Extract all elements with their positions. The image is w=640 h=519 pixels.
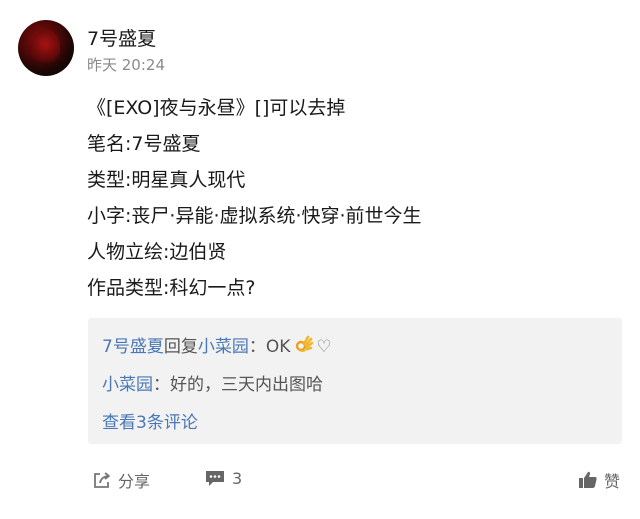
reply-target-user[interactable]: 小菜园 — [198, 337, 249, 357]
comment-separator: ： — [153, 375, 170, 395]
comment-author[interactable]: 7号盛夏 — [102, 337, 164, 357]
content-line: 类型:明星真人现代 — [87, 169, 246, 191]
content-line: 作品类型:科幻一点? — [87, 277, 256, 299]
like-label: 赞 — [604, 472, 621, 491]
comment-reply[interactable]: 7号盛夏回复小菜园：OK ♡ — [102, 332, 332, 357]
comment-text: OK — [265, 337, 291, 357]
avatar[interactable] — [18, 20, 74, 76]
post-timestamp: 昨天 20:24 — [87, 56, 165, 74]
ok-hand-emoji-icon — [294, 335, 314, 355]
post-content: 《[EXO]夜与永昼》[]可以去掉 笔名:7号盛夏 类型:明星真人现代 小字:丧… — [87, 90, 627, 306]
content-line: 小字:丧尸·异能·虚拟系统·快穿·前世今生 — [87, 205, 422, 227]
heart-icon: ♡ — [316, 337, 332, 357]
share-label: 分享 — [118, 472, 151, 491]
comment-count: 3 — [232, 468, 243, 488]
reply-verb: 回复 — [163, 337, 198, 357]
content-line: 笔名:7号盛夏 — [87, 133, 201, 155]
content-line: 人物立绘:边伯贤 — [87, 241, 227, 263]
comment-separator: ： — [248, 337, 266, 357]
post-card: 7号盛夏 昨天 20:24 《[EXO]夜与永昼》[]可以去掉 笔名:7号盛夏 … — [0, 0, 640, 519]
thumbs-up-icon — [579, 471, 597, 488]
comment-button[interactable]: 3 — [204, 468, 242, 488]
view-more-comments-label[interactable]: 查看3条评论 — [102, 413, 198, 433]
view-more-comments-link[interactable]: 查看3条评论 — [102, 408, 198, 433]
share-icon — [94, 472, 110, 488]
content-line: 《[EXO]夜与永昼》[]可以去掉 — [87, 97, 346, 119]
comment-author[interactable]: 小菜园 — [102, 375, 153, 395]
comment-preview-box[interactable]: 7号盛夏回复小菜园：OK ♡ 小菜园：好的，三天内出图哈 查看3条评论 — [88, 318, 622, 444]
post-author[interactable]: 7号盛夏 — [87, 24, 156, 51]
comment-text: 好的，三天内出图哈 — [170, 375, 323, 395]
share-button[interactable]: 分享 — [92, 468, 150, 492]
comment-icon — [206, 471, 224, 486]
comment-item[interactable]: 小菜园：好的，三天内出图哈 — [102, 370, 323, 395]
like-button[interactable]: 赞 — [578, 468, 620, 492]
post-toolbar: 分享 3 赞 — [0, 462, 640, 498]
